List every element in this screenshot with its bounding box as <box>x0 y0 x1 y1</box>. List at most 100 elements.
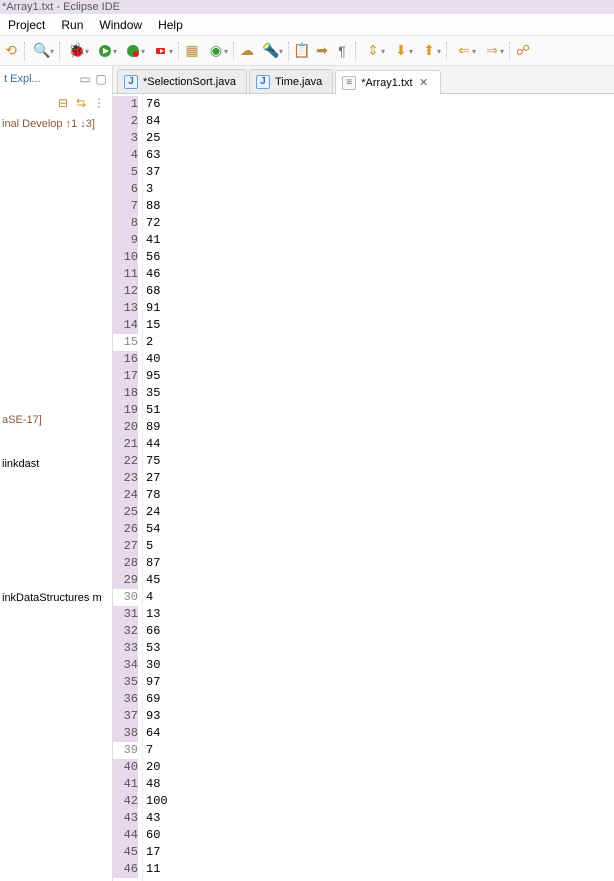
tree-item[interactable]: aSE-17] <box>0 412 112 428</box>
line-number: 19 <box>113 402 138 419</box>
line-number: 12 <box>113 283 138 300</box>
editor-line: 37 <box>146 164 614 181</box>
editor-line: 64 <box>146 725 614 742</box>
back-icon[interactable]: ⇐ <box>451 42 477 60</box>
prev-annotation-icon[interactable]: ⬆ <box>416 42 442 60</box>
editor-line: 15 <box>146 317 614 334</box>
line-number: 26 <box>113 521 138 538</box>
run-icon[interactable] <box>92 42 118 60</box>
minimize-icon[interactable]: ▭ <box>78 72 92 86</box>
editor-line: 20 <box>146 759 614 776</box>
separator <box>233 42 234 60</box>
menu-run[interactable]: Run <box>53 14 91 36</box>
editor-tab[interactable]: ≡ *Array1.txt ✕ <box>335 70 440 94</box>
line-number: 22 <box>113 453 138 470</box>
link-editor-icon[interactable]: ⇆ <box>74 96 88 110</box>
file-text-icon: ≡ <box>342 76 356 90</box>
editor-tab[interactable]: J *SelectionSort.java <box>117 69 247 93</box>
close-icon[interactable]: ✕ <box>418 77 430 89</box>
menu-project[interactable]: Project <box>0 14 53 36</box>
editor-line: 25 <box>146 130 614 147</box>
debug-icon[interactable]: 🐞 <box>64 42 90 60</box>
open-type-icon[interactable]: ☁ <box>238 42 256 60</box>
new-type-icon[interactable]: ◉ <box>203 42 229 60</box>
editor-tab[interactable]: J Time.java <box>249 69 333 93</box>
editor-line: 17 <box>146 844 614 861</box>
editor-line: 60 <box>146 827 614 844</box>
menu-window[interactable]: Window <box>91 14 150 36</box>
toolbar: ⟲ 🔍 🐞 ▦ ◉ ☁ 🔦 📋 ➡ ¶ ⇕ ⬇ ⬆ ⇐ ⇒ ☍ <box>0 36 614 66</box>
editor-line: 11 <box>146 861 614 878</box>
editor-tabs: J *SelectionSort.java J Time.java ≡ *Array1.t… <box>113 66 614 94</box>
view-header-icons: ▭ ▢ <box>78 72 108 86</box>
tree-item[interactable]: inal Develop ↑1 ↓3] <box>0 116 112 132</box>
line-number: 23 <box>113 470 138 487</box>
editor-line: 75 <box>146 453 614 470</box>
line-number: 41 <box>113 776 138 793</box>
editor-line: 88 <box>146 198 614 215</box>
editor-line: 43 <box>146 810 614 827</box>
editor-line: 93 <box>146 708 614 725</box>
editor-line: 95 <box>146 368 614 385</box>
toggle-annotation-icon[interactable]: ⇕ <box>360 42 386 60</box>
separator <box>24 42 25 60</box>
line-number: 31 <box>113 606 138 623</box>
editor-line: 53 <box>146 640 614 657</box>
undo-icon[interactable]: ⟲ <box>2 42 20 60</box>
line-number: 36 <box>113 691 138 708</box>
project-tree: inal Develop ↑1 ↓3] aSE-17] iinkdast inkDat… <box>0 114 112 608</box>
search-icon[interactable]: 🔦 <box>258 42 284 60</box>
tab-label: Time.java <box>275 76 322 88</box>
view-toolbar: ⊟ ⇆ ⋮ <box>0 92 112 114</box>
line-number: 45 <box>113 844 138 861</box>
task-icon[interactable]: 📋 <box>293 42 311 60</box>
line-number: 46 <box>113 861 138 878</box>
line-number: 5 <box>113 164 138 181</box>
editor-line: 30 <box>146 657 614 674</box>
editor-line: 84 <box>146 113 614 130</box>
coverage-icon[interactable] <box>120 42 146 60</box>
menu-help[interactable]: Help <box>150 14 191 36</box>
line-number: 32 <box>113 623 138 640</box>
window-titlebar: *Array1.txt - Eclipse IDE <box>0 0 614 14</box>
line-number: 10 <box>113 249 138 266</box>
maximize-icon[interactable]: ▢ <box>94 72 108 86</box>
editor-line: 2 <box>146 334 614 351</box>
line-number: 34 <box>113 657 138 674</box>
new-package-icon[interactable]: ▦ <box>183 42 201 60</box>
tab-label: *Array1.txt <box>361 77 412 89</box>
forward-icon[interactable]: ⇒ <box>479 42 505 60</box>
window-title: *Array1.txt - Eclipse IDE <box>2 1 120 13</box>
editor-line: 27 <box>146 470 614 487</box>
editor-line: 69 <box>146 691 614 708</box>
file-java-icon: J <box>256 75 270 89</box>
goto-icon[interactable]: ➡ <box>313 42 331 60</box>
editor-line: 100 <box>146 793 614 810</box>
editor-line: 56 <box>146 249 614 266</box>
external-tools-icon[interactable] <box>148 42 174 60</box>
separator <box>59 42 60 60</box>
pilcrow-icon[interactable]: ¶ <box>333 42 351 60</box>
line-number: 17 <box>113 368 138 385</box>
next-annotation-icon[interactable]: ⬇ <box>388 42 414 60</box>
line-gutter: 1234567891011121314151617181920212223242… <box>113 94 143 881</box>
line-number: 24 <box>113 487 138 504</box>
editor-line: 54 <box>146 521 614 538</box>
tree-item[interactable]: inkDataStructures m <box>0 590 112 606</box>
file-java-icon: J <box>124 75 138 89</box>
line-number: 7 <box>113 198 138 215</box>
tab-label: *SelectionSort.java <box>143 76 236 88</box>
view-menu-icon[interactable]: ⋮ <box>92 96 106 110</box>
editor-line: 35 <box>146 385 614 402</box>
line-number: 8 <box>113 215 138 232</box>
editor-body: 1234567891011121314151617181920212223242… <box>113 94 614 881</box>
line-number: 43 <box>113 810 138 827</box>
editor-line: 3 <box>146 181 614 198</box>
editor-line: 51 <box>146 402 614 419</box>
collapse-all-icon[interactable]: ⊟ <box>56 96 70 110</box>
tree-item[interactable]: iinkdast <box>0 456 112 472</box>
zoom-icon[interactable]: 🔍 <box>29 42 55 60</box>
pin-icon[interactable]: ☍ <box>514 42 532 60</box>
editor-content[interactable]: 7684256337388724156466891152409535518944… <box>143 94 614 881</box>
line-number: 35 <box>113 674 138 691</box>
